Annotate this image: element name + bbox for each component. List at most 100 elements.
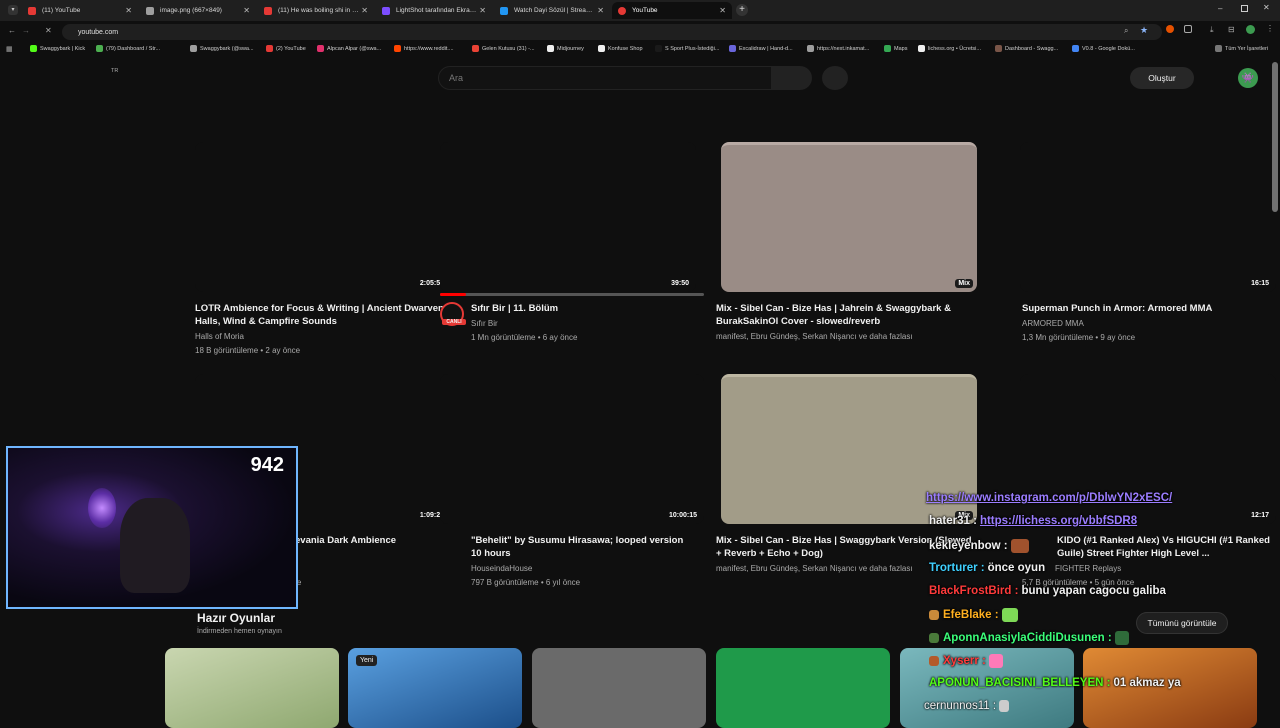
bookmark-item[interactable]: Alpcan Alpar (@swa... xyxy=(317,45,381,52)
bookmark-item[interactable]: Dashboard - Swagg... xyxy=(995,45,1058,52)
channel-name[interactable]: FIGHTER Replays xyxy=(1055,564,1121,573)
bookmark-item[interactable]: Konfuse Shop xyxy=(598,45,643,52)
chat-username: hater31 : xyxy=(929,515,977,527)
bookmark-item[interactable]: V0.8 - Google Dokü... xyxy=(1072,45,1135,52)
browser-tab[interactable]: (11) He was boiling shi in a kett ✕ xyxy=(258,2,374,19)
video-title[interactable]: Mix - Sibel Can - Bize Has | Jahrein & S… xyxy=(716,302,972,328)
page-scrollbar[interactable] xyxy=(1272,62,1278,212)
emote-icon xyxy=(1010,539,1029,553)
profile-avatar-icon[interactable] xyxy=(1246,25,1255,34)
bookmark-item[interactable]: lichess.org • Ücretsi... xyxy=(918,45,981,52)
bookmark-item[interactable]: (2) YouTube xyxy=(266,45,306,52)
live-badge: CANLI xyxy=(442,319,466,325)
chat-username: Trorturer : xyxy=(929,562,985,574)
chat-username: kekleyenbow : xyxy=(929,540,1008,553)
bookmark-item[interactable]: Maps xyxy=(884,45,907,52)
video-title[interactable]: "Behelit" by Susumu Hirasawa; looped ver… xyxy=(471,534,696,560)
video-duration: 16:15 xyxy=(1251,280,1269,287)
bookmark-item[interactable]: Swaggybark (@swa... xyxy=(190,45,254,52)
cast-icon[interactable]: ⊟ xyxy=(1228,25,1235,34)
video-title[interactable]: Superman Punch in Armor: Armored MMA xyxy=(1022,302,1278,315)
viewer-count: 942 xyxy=(250,454,284,476)
video-title[interactable]: LOTR Ambience for Focus & Writing | Anci… xyxy=(195,302,451,328)
extension-icon[interactable] xyxy=(1166,25,1174,33)
chat-message: EfeBlake : xyxy=(929,608,1022,622)
close-icon[interactable]: ✕ xyxy=(597,6,604,15)
search-input[interactable]: Ara xyxy=(438,66,772,90)
close-icon[interactable]: ✕ xyxy=(719,6,726,15)
more-menu-icon[interactable]: ⋮ xyxy=(1266,24,1274,33)
back-icon[interactable]: ← xyxy=(8,26,16,35)
video-thumbnail[interactable]: 39:50 xyxy=(440,142,704,296)
bookmark-item[interactable]: Midjourney xyxy=(547,45,584,52)
bookmark-item[interactable]: Swaggybark | Kick xyxy=(30,45,85,52)
video-title[interactable]: Sıfır Bir | 11. Bölüm xyxy=(471,302,696,315)
game-thumbnail[interactable] xyxy=(716,648,890,728)
extensions-puzzle-icon[interactable] xyxy=(1184,25,1192,33)
video-thumbnail[interactable]: 2:05:54 xyxy=(195,142,451,292)
video-title[interactable]: evania Dark Ambience xyxy=(295,534,451,547)
tab-label: (11) He was boiling shi in a kett xyxy=(278,7,362,14)
chat-username: cernunnos11 : xyxy=(924,700,997,713)
zoom-icon[interactable]: ⌕ xyxy=(1124,26,1128,36)
bookmark-item[interactable]: https://next.inkamat... xyxy=(807,45,869,52)
bookmark-item[interactable]: Excalidraw | Hand-d... xyxy=(729,45,793,52)
channel-name[interactable]: HouseindaHouse xyxy=(471,564,532,573)
close-icon[interactable]: ✕ xyxy=(125,6,132,15)
video-thumbnail[interactable]: Mix xyxy=(721,142,977,292)
all-bookmarks[interactable]: Tüm Yer İşaretleri xyxy=(1215,45,1268,52)
download-icon[interactable]: ⤓ xyxy=(1210,25,1214,35)
new-tab-button[interactable]: + xyxy=(736,4,748,16)
browser-tab[interactable]: Watch Dayi Sözül | Streamable ✕ xyxy=(494,2,610,19)
bookmark-item[interactable]: https://www.reddit.... xyxy=(394,45,454,52)
close-window-icon[interactable]: ✕ xyxy=(1263,3,1270,12)
dashboard-icon xyxy=(995,45,1002,52)
close-icon[interactable]: ✕ xyxy=(479,6,486,15)
close-icon[interactable]: ✕ xyxy=(243,6,250,15)
apps-grid-icon[interactable]: ▦ xyxy=(6,45,13,53)
voice-search-button[interactable] xyxy=(822,66,848,90)
channel-name[interactable]: Halls of Moria xyxy=(195,332,244,341)
channel-avatar[interactable]: CANLI xyxy=(440,302,466,326)
browser-tab-strip: (11) YouTube ✕ image.png (667×849) ✕ (11… xyxy=(0,0,1280,21)
browser-tab[interactable]: LightShot tarafından Ekran Gör ✕ xyxy=(376,2,492,19)
channel-name[interactable]: ARMORED MMA xyxy=(1022,319,1084,328)
channel-name[interactable]: manifest, Ebru Gündeş, Serkan Nişancı ve… xyxy=(716,332,913,341)
maximize-icon[interactable] xyxy=(1241,5,1248,12)
browser-tab-active[interactable]: YouTube ✕ xyxy=(612,2,732,19)
view-all-button[interactable]: Tümünü görüntüle xyxy=(1136,612,1228,634)
browser-tab[interactable]: image.png (667×849) ✕ xyxy=(140,2,256,19)
bookmark-star-icon[interactable]: ★ xyxy=(1140,25,1148,36)
game-thumbnail[interactable] xyxy=(532,648,706,728)
close-icon[interactable]: ✕ xyxy=(361,6,368,15)
search-button[interactable] xyxy=(772,66,812,90)
youtube-icon xyxy=(266,45,273,52)
browser-tab[interactable]: (11) YouTube ✕ xyxy=(22,2,138,19)
forward-icon[interactable]: → xyxy=(22,26,30,35)
folder-icon xyxy=(1215,45,1222,52)
chat-message: https://www.instagram.com/p/DblwYN2xESC/ xyxy=(926,492,1172,504)
address-bar[interactable]: youtube.com xyxy=(62,24,1162,40)
create-button[interactable]: Oluştur xyxy=(1130,67,1194,89)
tab-search-icon[interactable]: ▾ xyxy=(8,5,18,15)
video-thumbnail[interactable]: 10:00:15 xyxy=(440,374,704,524)
channel-name[interactable]: Sıfır Bir xyxy=(471,319,498,328)
streamable-icon xyxy=(500,6,508,15)
channel-name[interactable]: manifest, Ebru Gündeş, Serkan Nişancı ve… xyxy=(716,564,913,573)
bookmark-item[interactable]: S Sport Plus-İstediği... xyxy=(655,45,719,52)
stop-loading-icon[interactable]: ✕ xyxy=(45,26,52,35)
bookmark-item[interactable]: Gelen Kutusu (31) -... xyxy=(472,45,535,52)
bookmark-item[interactable]: (79) Dashboard / Str... xyxy=(96,45,160,52)
chat-message: BlackFrostBird : bunu yapan cagocu galiba xyxy=(929,585,1166,597)
chat-link[interactable]: https://www.instagram.com/p/DblwYN2xESC/ xyxy=(926,492,1172,504)
minimize-icon[interactable]: – xyxy=(1218,4,1222,13)
chat-link[interactable]: https://lichess.org/vbbfSDR8 xyxy=(980,515,1137,527)
game-thumbnail[interactable] xyxy=(165,648,339,728)
maps-icon xyxy=(884,45,891,52)
chat-text: önce oyun xyxy=(987,562,1046,574)
avatar[interactable]: 👾 xyxy=(1238,68,1258,88)
video-title[interactable]: KIDO (#1 Ranked Alex) Vs HIGUCHI (#1 Ran… xyxy=(1057,534,1278,560)
video-thumbnail[interactable]: 16:15 xyxy=(1020,142,1276,292)
emote-icon xyxy=(1001,608,1018,622)
game-thumbnail[interactable]: Yeni xyxy=(348,648,522,728)
